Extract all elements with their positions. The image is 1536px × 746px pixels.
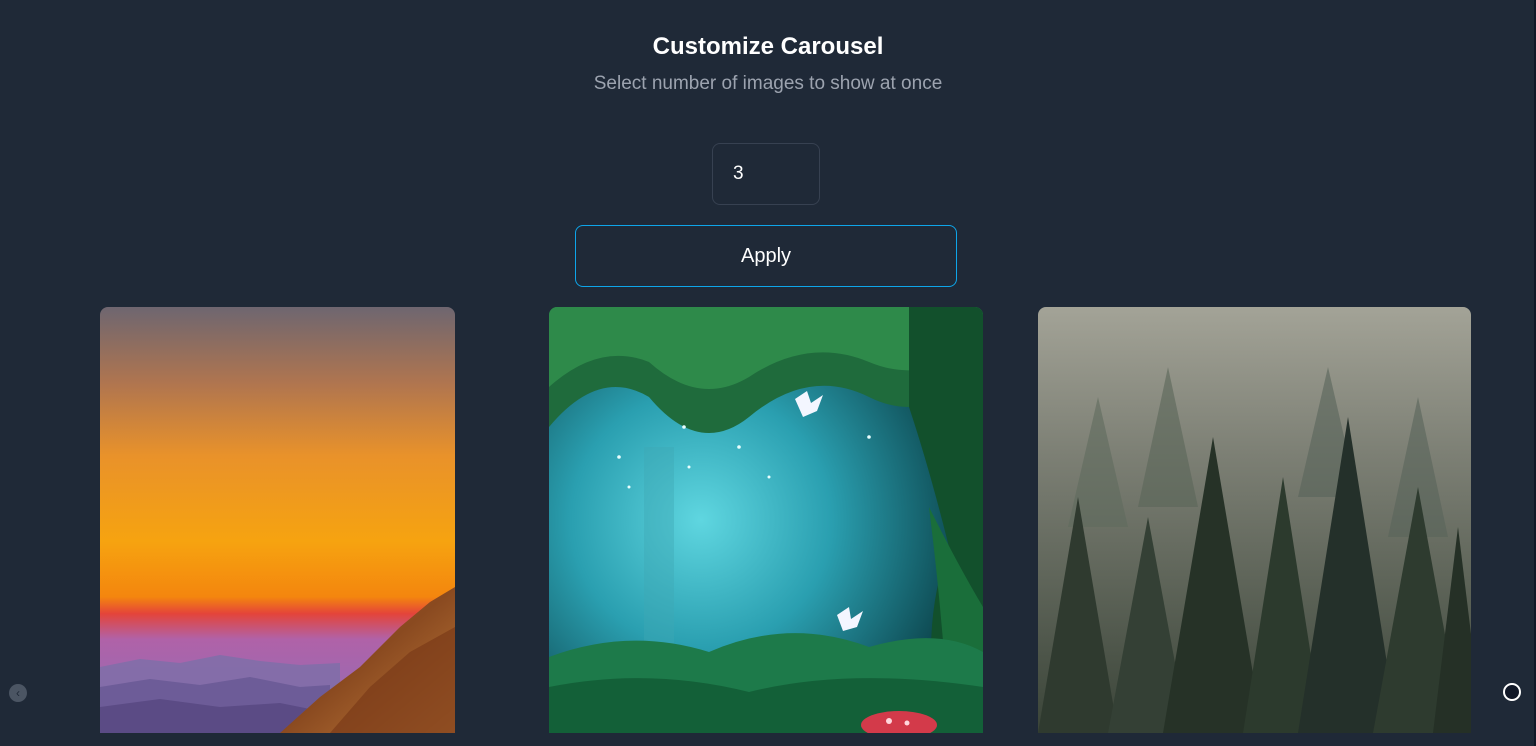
page-title: Customize Carousel <box>652 33 884 60</box>
misty-forest-image <box>1038 307 1471 733</box>
page-subtitle: Select number of images to show at once <box>593 73 943 94</box>
sunset-mountain-image <box>100 307 455 733</box>
apply-button[interactable]: Apply <box>575 225 957 287</box>
carousel-next-button[interactable] <box>1503 683 1521 701</box>
image-count-input[interactable] <box>712 143 820 205</box>
fantasy-forest-image <box>549 307 983 733</box>
customize-carousel-page: Customize Carousel Select number of imag… <box>0 0 1536 746</box>
chevron-left-icon: ‹ <box>16 686 20 700</box>
carousel-slide-fantasy-forest <box>549 307 983 733</box>
carousel-prev-button[interactable]: ‹ <box>9 684 27 702</box>
carousel-slide-misty-forest <box>1038 307 1471 733</box>
carousel-slide-sunset <box>100 307 455 733</box>
